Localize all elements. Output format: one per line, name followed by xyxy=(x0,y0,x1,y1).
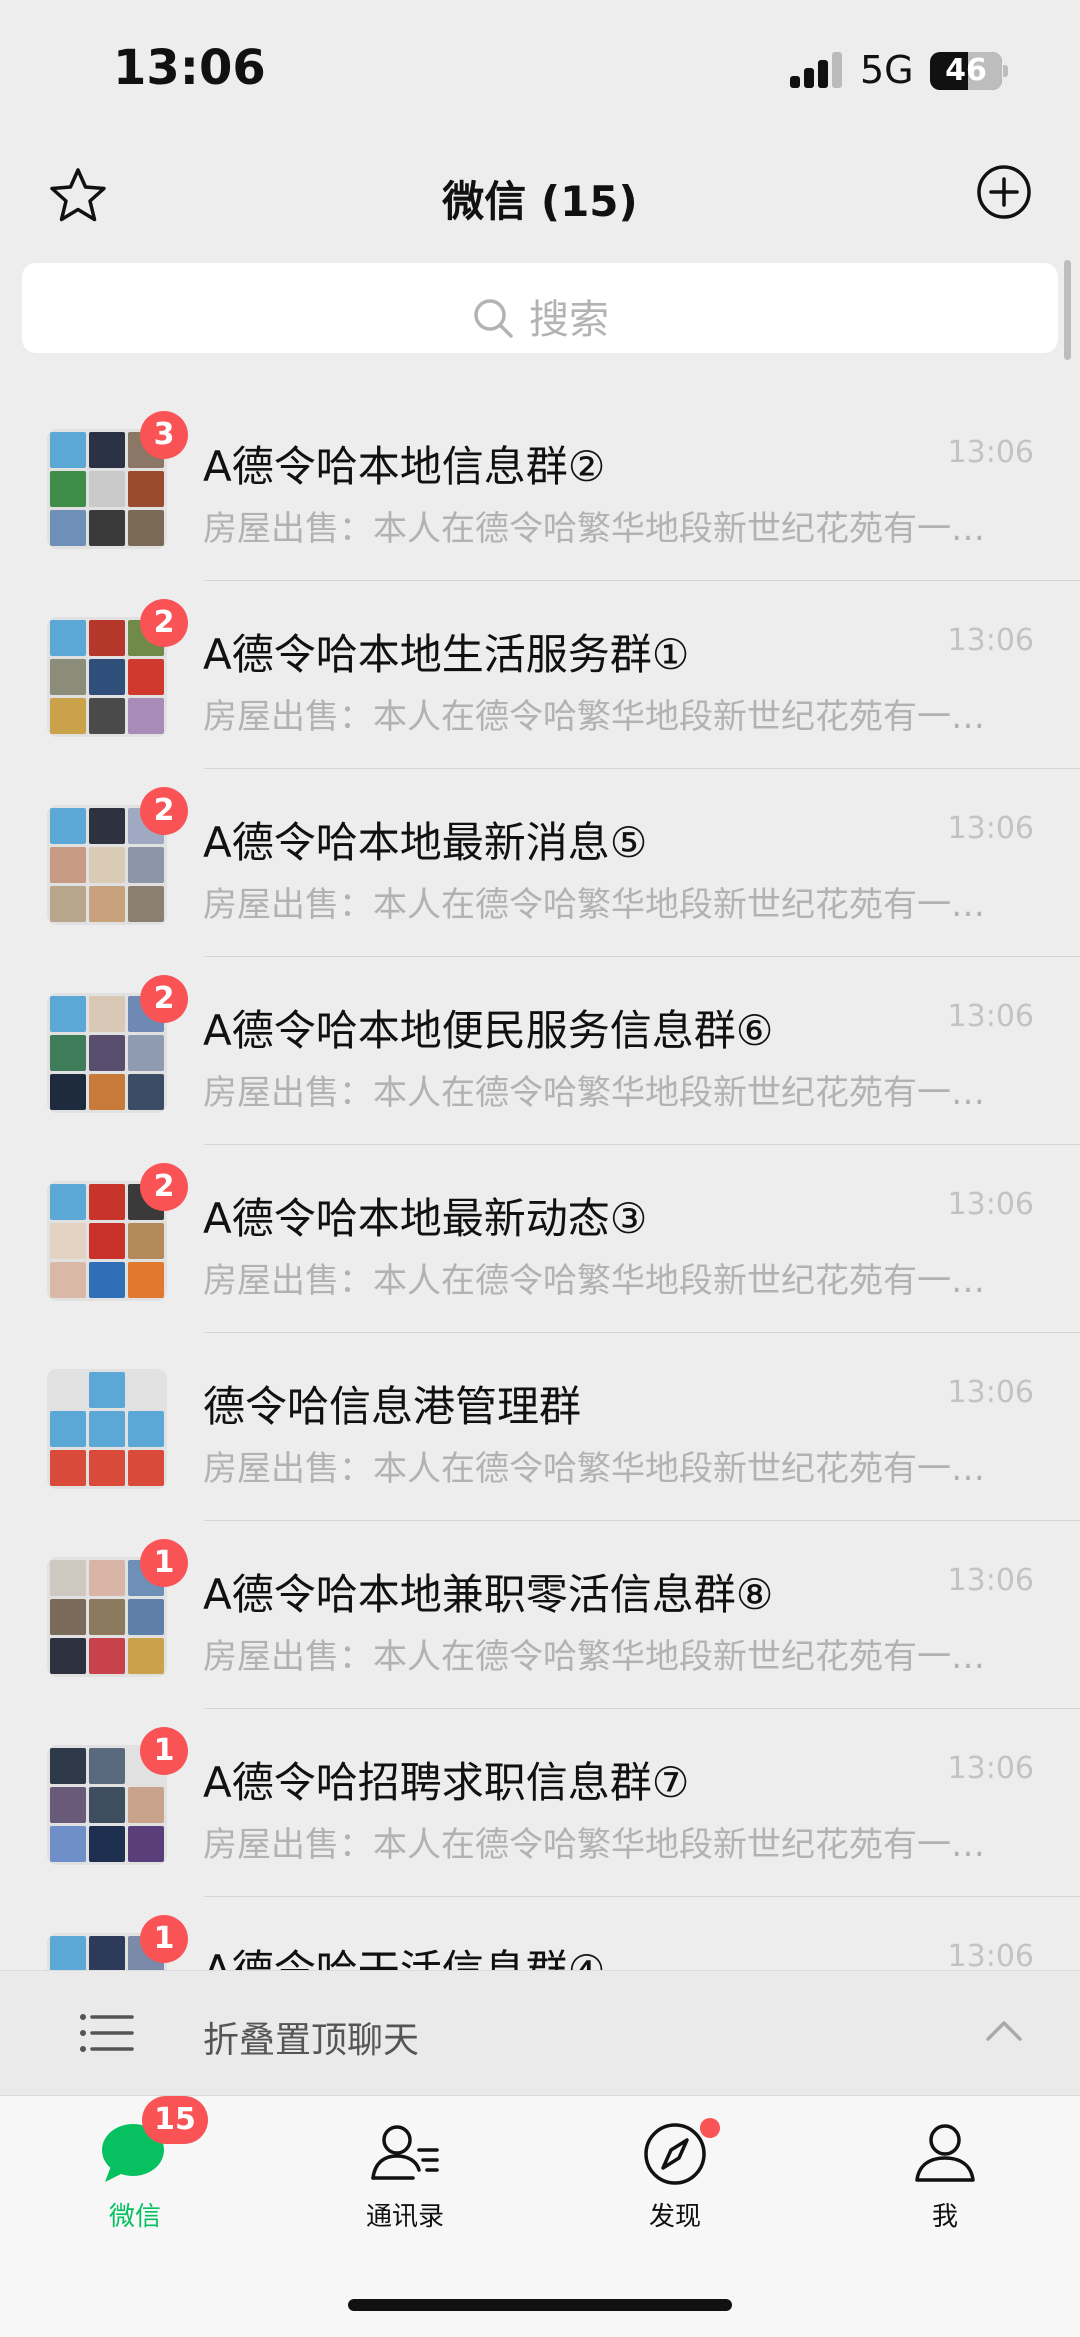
list-icon xyxy=(78,2011,134,2055)
chat-preview: 房屋出售：本人在德令哈繁华地段新世纪花苑有一套住房出售 xyxy=(203,885,1003,925)
fold-pinned-label: 折叠置顶聊天 xyxy=(203,2020,420,2061)
add-plus-icon[interactable] xyxy=(976,164,1032,220)
fold-pinned-chats-bar[interactable]: 折叠置顶聊天 xyxy=(0,1970,1080,2095)
contacts-icon xyxy=(270,2120,540,2190)
tab-chats[interactable]: 15 微信 xyxy=(0,2096,270,2246)
chat-name: A德令哈本地最新消息⑤ xyxy=(203,818,648,867)
chat-preview: 房屋出售：本人在德令哈繁华地段新世纪花苑有一套住房出售 xyxy=(203,1825,1003,1865)
tab-discover[interactable]: 发现 xyxy=(540,2096,810,2246)
chat-preview: 房屋出售：本人在德令哈繁华地段新世纪花苑有一套住房出售 xyxy=(203,1449,1003,1489)
chat-row[interactable]: 2 A德令哈本地最新消息⑤ 13:06 房屋出售：本人在德令哈繁华地段新世纪花苑… xyxy=(0,769,1080,957)
unread-badge: 1 xyxy=(140,1915,188,1963)
group-avatar xyxy=(47,1369,167,1489)
chevron-up-icon[interactable] xyxy=(984,2015,1024,2045)
tab-label: 微信 xyxy=(108,2202,161,2232)
chat-time: 13:06 xyxy=(947,1563,1034,1598)
status-bar: 13:06 5G 46 xyxy=(0,0,1080,140)
cellular-signal-icon xyxy=(790,52,846,88)
chat-preview: 房屋出售：本人在德令哈繁华地段新世纪花苑有一套住房出售 xyxy=(203,1073,1003,1113)
chat-row[interactable]: 2 A德令哈本地生活服务群① 13:06 房屋出售：本人在德令哈繁华地段新世纪花… xyxy=(0,581,1080,769)
search-placeholder: 搜索 xyxy=(529,297,609,343)
unread-badge: 2 xyxy=(140,599,188,647)
battery-level: 46 xyxy=(945,53,987,88)
chat-preview: 房屋出售：本人在德令哈繁华地段新世纪花苑有一套住房出售 xyxy=(203,697,1003,737)
unread-badge: 2 xyxy=(140,787,188,835)
wechat-screen: 13:06 5G 46 微信 (15) 搜索 3 A德令哈本地信息群② 13:0… xyxy=(0,0,1080,2337)
scrollbar[interactable] xyxy=(1064,260,1071,360)
chat-row[interactable]: 2 A德令哈本地便民服务信息群⑥ 13:06 房屋出售：本人在德令哈繁华地段新世… xyxy=(0,957,1080,1145)
chat-bubble-icon xyxy=(0,2120,270,2190)
unread-badge: 1 xyxy=(140,1539,188,1587)
chat-preview: 房屋出售：本人在德令哈繁华地段新世纪花苑有一套住房出售 xyxy=(203,1637,1003,1677)
chat-time: 13:06 xyxy=(947,1187,1034,1222)
tab-label: 发现 xyxy=(648,2202,701,2232)
chat-time: 13:06 xyxy=(947,435,1034,470)
chat-name: A德令哈招聘求职信息群⑦ xyxy=(203,1758,690,1807)
chat-time: 13:06 xyxy=(947,1751,1034,1786)
tab-contacts[interactable]: 通讯录 xyxy=(270,2096,540,2246)
chat-name: A德令哈本地便民服务信息群⑥ xyxy=(203,1006,774,1055)
network-type: 5G xyxy=(860,48,914,92)
chat-row[interactable]: 1 A德令哈干活信息群④ 13:06 xyxy=(0,1897,1080,1970)
home-indicator xyxy=(348,2299,732,2311)
chat-name: A德令哈本地兼职零活信息群⑧ xyxy=(203,1570,774,1619)
search-icon xyxy=(474,299,513,338)
compass-icon xyxy=(540,2120,810,2190)
unread-badge: 1 xyxy=(140,1727,188,1775)
chat-name: A德令哈本地信息群② xyxy=(203,442,606,491)
unread-badge: 2 xyxy=(140,975,188,1023)
notification-dot xyxy=(700,2118,720,2138)
battery-icon: 46 xyxy=(930,52,1008,90)
tab-label: 通讯录 xyxy=(365,2202,444,2232)
chat-row[interactable]: 2 A德令哈本地最新动态③ 13:06 房屋出售：本人在德令哈繁华地段新世纪花苑… xyxy=(0,1145,1080,1333)
chat-row[interactable]: 德令哈信息港管理群 13:06 房屋出售：本人在德令哈繁华地段新世纪花苑有一套住… xyxy=(0,1333,1080,1521)
chat-time: 13:06 xyxy=(947,1375,1034,1410)
tab-me[interactable]: 我 xyxy=(810,2096,1080,2246)
header: 微信 (15) xyxy=(0,150,1080,250)
unread-badge: 2 xyxy=(140,1163,188,1211)
bottom-tab-bar: 15 微信 通讯录 发现 我 xyxy=(0,2095,1080,2337)
unread-badge: 3 xyxy=(140,411,188,459)
chat-preview: 房屋出售：本人在德令哈繁华地段新世纪花苑有一套住房出售 xyxy=(203,509,1003,549)
chat-row[interactable]: 3 A德令哈本地信息群② 13:06 房屋出售：本人在德令哈繁华地段新世纪花苑有… xyxy=(0,393,1080,581)
chat-preview: 房屋出售：本人在德令哈繁华地段新世纪花苑有一套住房出售 xyxy=(203,1261,1003,1301)
chat-name: 德令哈信息港管理群 xyxy=(203,1382,582,1431)
chat-time: 13:06 xyxy=(947,999,1034,1034)
status-time: 13:06 xyxy=(113,40,266,96)
chat-time: 13:06 xyxy=(947,623,1034,658)
chat-row[interactable]: 1 A德令哈本地兼职零活信息群⑧ 13:06 房屋出售：本人在德令哈繁华地段新世… xyxy=(0,1521,1080,1709)
search-input[interactable]: 搜索 xyxy=(22,263,1058,353)
chat-list: 3 A德令哈本地信息群② 13:06 房屋出售：本人在德令哈繁华地段新世纪花苑有… xyxy=(0,393,1080,1970)
chat-name: A德令哈本地最新动态③ xyxy=(203,1194,648,1243)
tab-label: 我 xyxy=(931,2202,958,2232)
profile-icon xyxy=(810,2120,1080,2190)
chat-row[interactable]: 1 A德令哈招聘求职信息群⑦ 13:06 房屋出售：本人在德令哈繁华地段新世纪花… xyxy=(0,1709,1080,1897)
chat-name: A德令哈干活信息群④ xyxy=(203,1937,605,1970)
chat-name: A德令哈本地生活服务群① xyxy=(203,630,690,679)
page-title: 微信 (15) xyxy=(442,177,638,226)
tab-unread-badge: 15 xyxy=(142,2096,208,2144)
chat-time: 13:06 xyxy=(947,1939,1034,1970)
chat-time: 13:06 xyxy=(947,811,1034,846)
